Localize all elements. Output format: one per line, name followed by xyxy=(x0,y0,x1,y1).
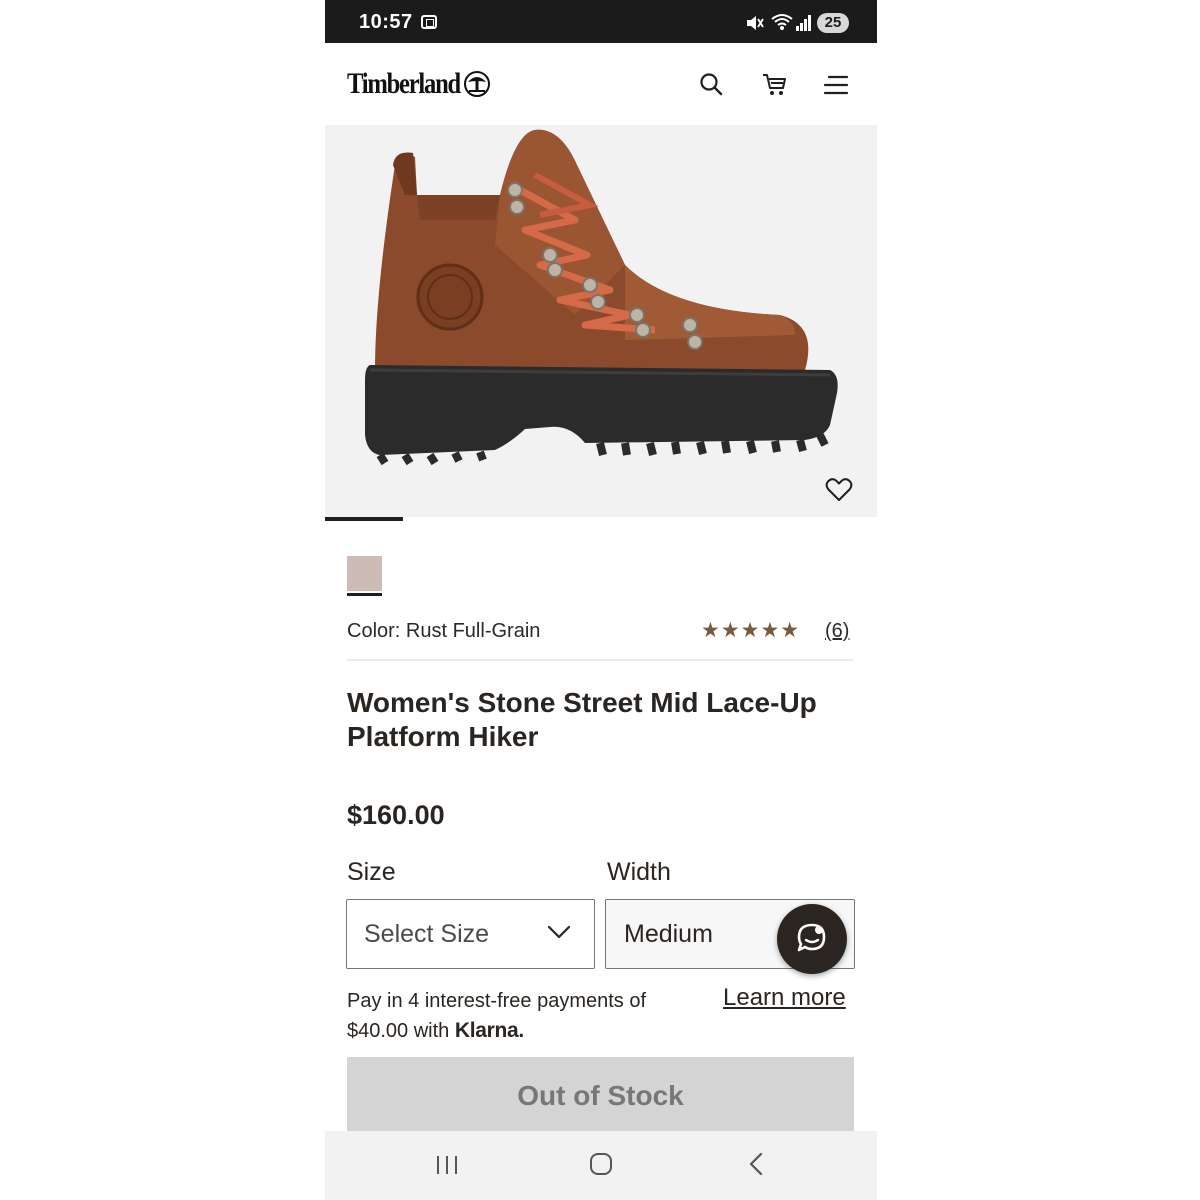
chat-button[interactable] xyxy=(777,904,847,974)
size-select[interactable]: Select Size xyxy=(346,899,595,969)
color-label: Color: Rust Full-Grain xyxy=(347,620,541,642)
search-icon[interactable] xyxy=(698,71,726,99)
boot-product-photo xyxy=(365,129,838,466)
site-header: Timberland xyxy=(325,43,877,125)
learn-more-link[interactable]: Learn more xyxy=(723,984,846,1012)
size-select-value: Select Size xyxy=(364,920,490,948)
menu-icon[interactable] xyxy=(823,71,851,99)
product-title: Women's Stone Street Mid Lace-Up Platfor… xyxy=(347,687,817,752)
system-nav-bar xyxy=(325,1131,877,1200)
product-price: $160.00 xyxy=(347,800,445,830)
wifi-icon xyxy=(771,14,793,30)
recent-apps-icon[interactable] xyxy=(435,1154,459,1176)
rating-stars-icon: ★★★★★ xyxy=(701,619,801,642)
color-swatch-rust[interactable] xyxy=(347,556,382,591)
status-bar: 10:57 25 xyxy=(325,0,877,43)
brand-logo[interactable]: Timberland xyxy=(347,67,461,101)
phone-screen: 10:57 25 Timberland Color: Rust Full-Gra… xyxy=(325,0,877,1200)
width-label: Width xyxy=(607,858,671,886)
carousel-indicator-track xyxy=(325,517,877,521)
product-image[interactable] xyxy=(325,125,877,520)
screenshot-icon xyxy=(421,15,437,29)
wishlist-heart-icon[interactable] xyxy=(825,477,853,503)
mute-icon xyxy=(747,16,764,30)
size-label: Size xyxy=(347,858,396,886)
tree-logo-icon xyxy=(464,71,490,97)
cart-icon[interactable] xyxy=(761,71,789,99)
signal-icon xyxy=(796,15,811,31)
klarna-message: Pay in 4 interest-free payments of $40.0… xyxy=(347,986,707,1046)
swatch-selected-underline xyxy=(347,593,382,596)
carousel-indicator-active[interactable] xyxy=(325,517,403,521)
review-count-link[interactable]: (6) xyxy=(825,620,849,643)
klarna-line-1: Pay in 4 interest-free payments of xyxy=(347,990,647,1012)
status-time: 10:57 xyxy=(359,11,413,33)
width-select-value: Medium xyxy=(624,920,713,948)
chat-bubble-icon xyxy=(797,923,826,952)
divider xyxy=(347,659,854,661)
klarna-logo: Klarna. xyxy=(454,1019,524,1042)
klarna-line-2: $40.00 with xyxy=(347,1020,450,1042)
out-of-stock-button[interactable]: Out of Stock xyxy=(347,1057,854,1135)
back-icon[interactable] xyxy=(747,1152,765,1176)
chevron-down-icon xyxy=(547,925,571,939)
home-icon[interactable] xyxy=(589,1152,613,1176)
battery-badge: 25 xyxy=(817,13,849,33)
